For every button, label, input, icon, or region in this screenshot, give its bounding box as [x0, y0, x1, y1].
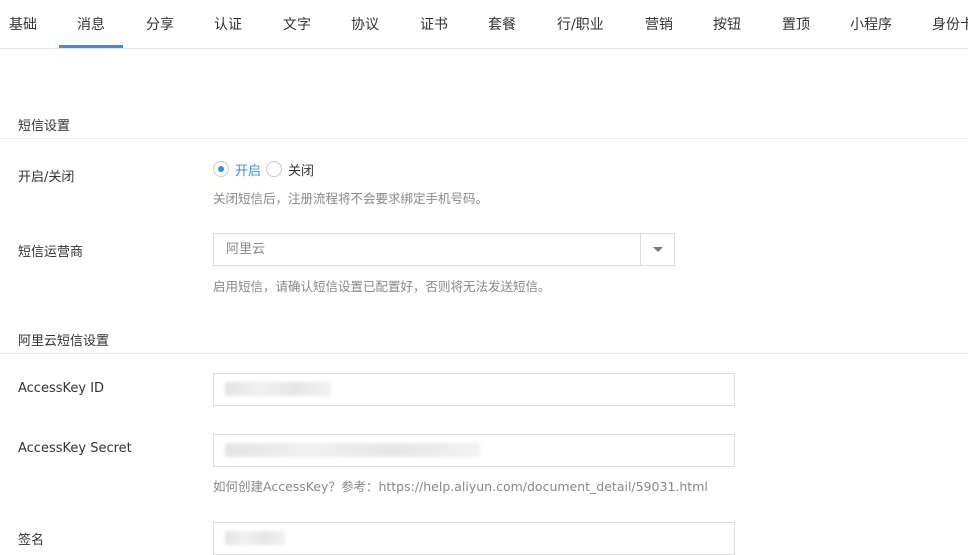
tab-bar: 基础 消息 分享 认证 文字 协议 证书 套餐 行/职业 营销 按钮 置顶 小程…: [0, 0, 968, 49]
access-key-secret-label: AccessKey Secret: [18, 441, 132, 456]
caret-down-icon: [653, 247, 663, 252]
active-tab-indicator: [59, 45, 123, 48]
sms-on-label: 开启: [235, 163, 262, 179]
redacted-value: [225, 443, 480, 457]
aliyun-section-title: 阿里云短信设置: [18, 334, 110, 349]
access-key-help: 如何创建AccessKey？参考：https://help.aliyun.com…: [213, 479, 708, 494]
tab-certificate[interactable]: 证书: [420, 0, 448, 48]
sms-section-divider: [0, 138, 968, 139]
sms-provider-label: 短信运营商: [18, 245, 84, 260]
sms-provider-value: 阿里云: [226, 242, 266, 257]
tab-share[interactable]: 分享: [146, 0, 174, 48]
tab-marketing[interactable]: 营销: [645, 0, 673, 48]
radio-checked-icon: [213, 161, 229, 177]
tab-mini-program[interactable]: 小程序: [850, 0, 892, 48]
redacted-value: [225, 382, 331, 396]
select-toggle[interactable]: [640, 234, 674, 265]
tab-basic[interactable]: 基础: [9, 0, 37, 48]
access-key-id-label: AccessKey ID: [18, 381, 105, 396]
tab-identity-card[interactable]: 身份卡: [932, 0, 968, 48]
signature-input[interactable]: [213, 522, 735, 555]
tab-text[interactable]: 文字: [283, 0, 311, 48]
tab-verify[interactable]: 认证: [214, 0, 242, 48]
tab-agreement[interactable]: 协议: [351, 0, 379, 48]
sms-provider-help: 启用短信，请确认短信设置已配置好，否则将无法发送短信。: [213, 279, 551, 294]
radio-unchecked-icon: [266, 161, 282, 177]
sms-section-title: 短信设置: [18, 119, 71, 134]
redacted-value: [225, 531, 285, 545]
tab-package[interactable]: 套餐: [488, 0, 516, 48]
tab-message[interactable]: 消息: [77, 0, 105, 48]
sms-toggle-help: 关闭短信后，注册流程将不会要求绑定手机号码。: [213, 191, 489, 206]
sms-on-radio[interactable]: 开启: [213, 160, 262, 179]
aliyun-section-divider: [0, 353, 968, 354]
signature-label: 签名: [18, 533, 45, 548]
sms-off-radio[interactable]: 关闭: [266, 160, 315, 179]
tab-button[interactable]: 按钮: [713, 0, 741, 48]
sms-provider-select[interactable]: 阿里云: [213, 233, 675, 266]
tab-pin-top[interactable]: 置顶: [782, 0, 810, 48]
sms-off-label: 关闭: [288, 163, 315, 179]
tab-industry[interactable]: 行/职业: [557, 0, 604, 48]
sms-toggle-label: 开启/关闭: [18, 170, 75, 185]
